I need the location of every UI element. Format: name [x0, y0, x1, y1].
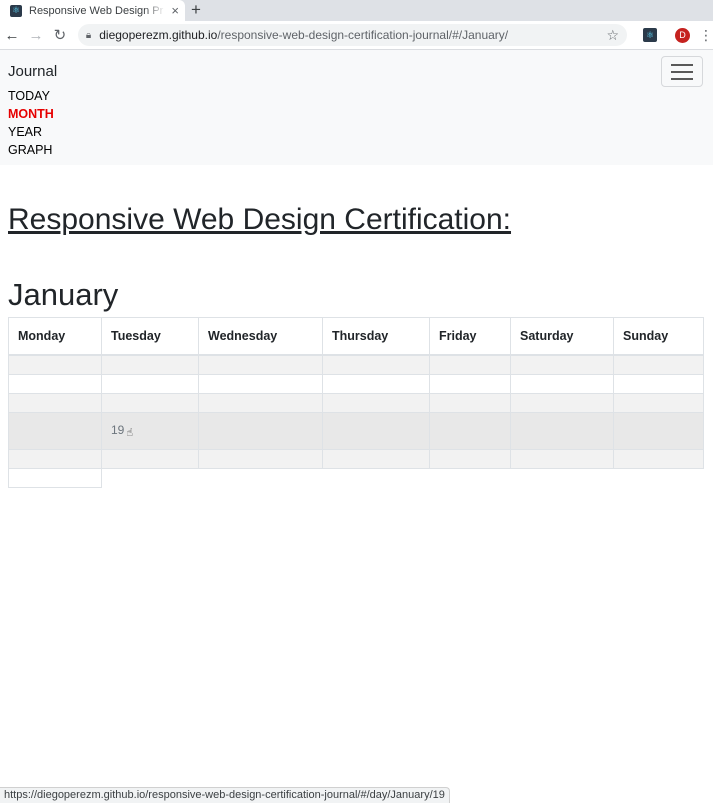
tab-strip: ⚛ Responsive Web Design Pr × + — [0, 0, 713, 21]
day-cell[interactable] — [613, 448, 704, 469]
day-cell[interactable] — [198, 411, 323, 450]
day-cell[interactable] — [429, 373, 511, 394]
day-cell[interactable] — [613, 411, 704, 450]
day-cell[interactable] — [322, 373, 430, 394]
day-cell[interactable] — [322, 448, 430, 469]
main-content: Responsive Web Design Certification: Jan… — [0, 203, 713, 488]
weekday-header: Saturday — [510, 317, 614, 356]
day-cell[interactable] — [322, 411, 430, 450]
nav-links: TODAY MONTH YEAR GRAPH — [8, 87, 705, 159]
calendar-week-row — [8, 373, 704, 394]
back-arrow-icon[interactable]: ← — [0, 28, 24, 43]
day-cell[interactable] — [510, 392, 614, 413]
close-tab-icon[interactable]: × — [171, 4, 179, 17]
profile-avatar[interactable]: D — [675, 27, 691, 43]
day-cell[interactable] — [101, 448, 199, 469]
day-cell[interactable] — [322, 354, 430, 375]
kebab-menu-icon[interactable]: ⋮ — [699, 27, 713, 44]
day-cell[interactable] — [429, 392, 511, 413]
url-path: /responsive-web-design-certification-jou… — [217, 28, 509, 42]
browser-toolbar: ← → ↻ 🔒︎ diegoperezm.github.io/responsiv… — [0, 21, 713, 50]
day-cell[interactable] — [510, 411, 614, 450]
status-bar-url: https://diegoperezm.github.io/responsive… — [0, 787, 450, 803]
weekday-header: Sunday — [613, 317, 704, 356]
calendar-week-row — [8, 354, 704, 375]
hamburger-bar — [671, 77, 693, 80]
page-title: Responsive Web Design Certification: — [8, 203, 512, 236]
day-cell-19[interactable]: 19 ☝︎ — [101, 411, 199, 450]
address-bar[interactable]: 🔒︎ diegoperezm.github.io/responsive-web-… — [77, 24, 628, 46]
day-cell[interactable] — [429, 411, 511, 450]
calendar-week-row — [8, 392, 704, 413]
day-cell[interactable] — [8, 448, 102, 469]
day-cell[interactable] — [8, 354, 102, 375]
day-link-19[interactable]: 19 — [111, 423, 124, 437]
new-tab-button[interactable]: + — [191, 1, 201, 19]
hamburger-bar — [671, 63, 693, 66]
nav-link-month[interactable]: MONTH — [8, 105, 705, 123]
day-cell[interactable] — [198, 373, 323, 394]
lock-icon[interactable]: 🔒︎ — [86, 30, 91, 41]
react-devtools-extension-icon[interactable]: ⚛ — [643, 28, 658, 42]
day-cell[interactable] — [613, 354, 704, 375]
day-cell[interactable] — [198, 448, 323, 469]
day-cell[interactable] — [613, 392, 704, 413]
weekday-header: Wednesday — [198, 317, 323, 356]
calendar-week-row-hovered: 19 ☝︎ — [8, 411, 704, 450]
nav-link-graph[interactable]: GRAPH — [8, 141, 705, 159]
day-cell[interactable] — [8, 373, 102, 394]
day-cell[interactable] — [322, 392, 430, 413]
day-cell[interactable] — [510, 354, 614, 375]
day-cell[interactable] — [101, 392, 199, 413]
navbar-brand[interactable]: Journal — [8, 63, 705, 80]
hamburger-menu-icon[interactable] — [661, 56, 703, 87]
weekday-header: Thursday — [322, 317, 430, 356]
browser-tab[interactable]: ⚛ Responsive Web Design Pr × — [0, 0, 185, 21]
day-cell[interactable] — [510, 448, 614, 469]
day-cell[interactable] — [8, 392, 102, 413]
bookmark-star-icon[interactable]: ☆ — [607, 27, 620, 44]
day-cell[interactable] — [8, 411, 102, 450]
day-cell[interactable] — [429, 354, 511, 375]
day-cell[interactable] — [429, 448, 511, 469]
calendar-week-row — [8, 448, 704, 469]
app-navbar: Journal TODAY MONTH YEAR GRAPH — [0, 50, 713, 165]
calendar-table: Monday Tuesday Wednesday Thursday Friday… — [8, 317, 704, 469]
day-cell[interactable] — [101, 354, 199, 375]
hand-pointer-cursor-icon: ☝︎ — [126, 426, 134, 439]
calendar-header-row: Monday Tuesday Wednesday Thursday Friday… — [8, 317, 704, 356]
url-host: diegoperezm.github.io — [99, 28, 218, 42]
day-cell[interactable] — [101, 373, 199, 394]
day-cell[interactable] — [198, 354, 323, 375]
nav-link-year[interactable]: YEAR — [8, 123, 705, 141]
day-cell-overflow[interactable] — [8, 468, 102, 488]
react-favicon-icon: ⚛ — [10, 4, 22, 17]
forward-arrow-icon[interactable]: → — [24, 28, 48, 43]
day-cell[interactable] — [510, 373, 614, 394]
reload-icon[interactable]: ↻ — [48, 28, 72, 43]
hamburger-bar — [671, 70, 693, 73]
weekday-header: Friday — [429, 317, 511, 356]
month-title: January — [8, 277, 119, 312]
tab-title: Responsive Web Design Pr — [29, 4, 164, 17]
weekday-header: Monday — [8, 317, 102, 356]
nav-link-today[interactable]: TODAY — [8, 87, 705, 105]
day-cell[interactable] — [198, 392, 323, 413]
day-cell[interactable] — [613, 373, 704, 394]
weekday-header: Tuesday — [101, 317, 199, 356]
